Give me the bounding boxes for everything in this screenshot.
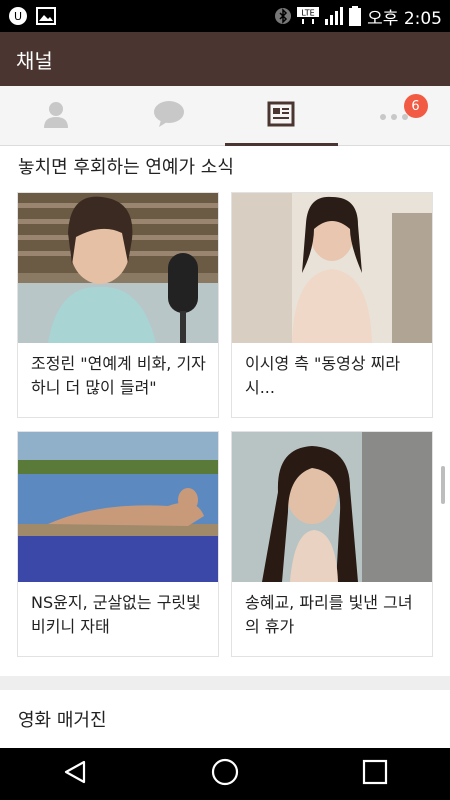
- image-icon: [36, 7, 56, 25]
- card-title: 송혜교, 파리를 빛낸 그녀의 휴가: [245, 593, 413, 636]
- back-icon: [62, 759, 88, 789]
- portrait-photo: [232, 432, 432, 582]
- svg-text:U: U: [14, 10, 22, 23]
- news-card[interactable]: 송혜교, 파리를 빛낸 그녀의 휴가: [231, 431, 433, 657]
- tab-chats[interactable]: [113, 86, 226, 145]
- battery-icon: [349, 6, 362, 26]
- card-title: 이시영 측 "동영상 찌라시...: [245, 354, 401, 397]
- section-divider: [0, 676, 450, 690]
- home-button[interactable]: [195, 748, 255, 800]
- signal-icon: [325, 7, 344, 25]
- pool-photo: [18, 432, 218, 582]
- recents-icon: [362, 759, 388, 789]
- lte-icon: LTE: [297, 7, 320, 25]
- tab-friends[interactable]: [0, 86, 113, 145]
- recents-button[interactable]: [345, 748, 405, 800]
- tab-bar: 6: [0, 86, 450, 146]
- news-icon: [267, 101, 295, 131]
- app-title: 채널: [16, 48, 53, 73]
- tab-more[interactable]: 6: [338, 86, 450, 145]
- section-title: 놓치면 후회하는 연예가 소식: [18, 157, 234, 178]
- radio-studio-photo: [18, 193, 218, 343]
- home-icon: [211, 758, 239, 790]
- section-title-movie-magazine[interactable]: 영화 매거진: [0, 694, 450, 744]
- app-bar: 채널: [0, 32, 450, 86]
- card-title: 조정린 "연예계 비화, 기자하니 더 많이 들려": [31, 354, 206, 397]
- chat-bubble-icon: [153, 100, 185, 132]
- status-time: 오후 2:05: [367, 8, 442, 29]
- camera-app-icon: U: [8, 6, 28, 26]
- news-card[interactable]: 조정린 "연예계 비화, 기자하니 더 많이 들려": [17, 192, 219, 418]
- event-photo: [232, 193, 432, 343]
- back-button[interactable]: [45, 748, 105, 800]
- tab-channel[interactable]: [225, 86, 338, 146]
- card-title: NS윤지, 군살없는 구릿빛 비키니 자태: [31, 593, 201, 636]
- notification-badge: 6: [403, 94, 428, 118]
- person-icon: [41, 99, 71, 133]
- nav-bar: [0, 748, 450, 800]
- news-grid: 조정린 "연예계 비화, 기자하니 더 많이 들려" 이시영 측 "동영상 찌라…: [17, 192, 433, 657]
- news-card[interactable]: NS윤지, 군살없는 구릿빛 비키니 자태: [17, 431, 219, 657]
- bluetooth-icon: [275, 7, 292, 25]
- news-card[interactable]: 이시영 측 "동영상 찌라시...: [231, 192, 433, 418]
- status-bar: U LTE 오후 2:05: [0, 0, 450, 32]
- scrollbar[interactable]: [441, 466, 445, 504]
- lte-label: LTE: [301, 9, 314, 18]
